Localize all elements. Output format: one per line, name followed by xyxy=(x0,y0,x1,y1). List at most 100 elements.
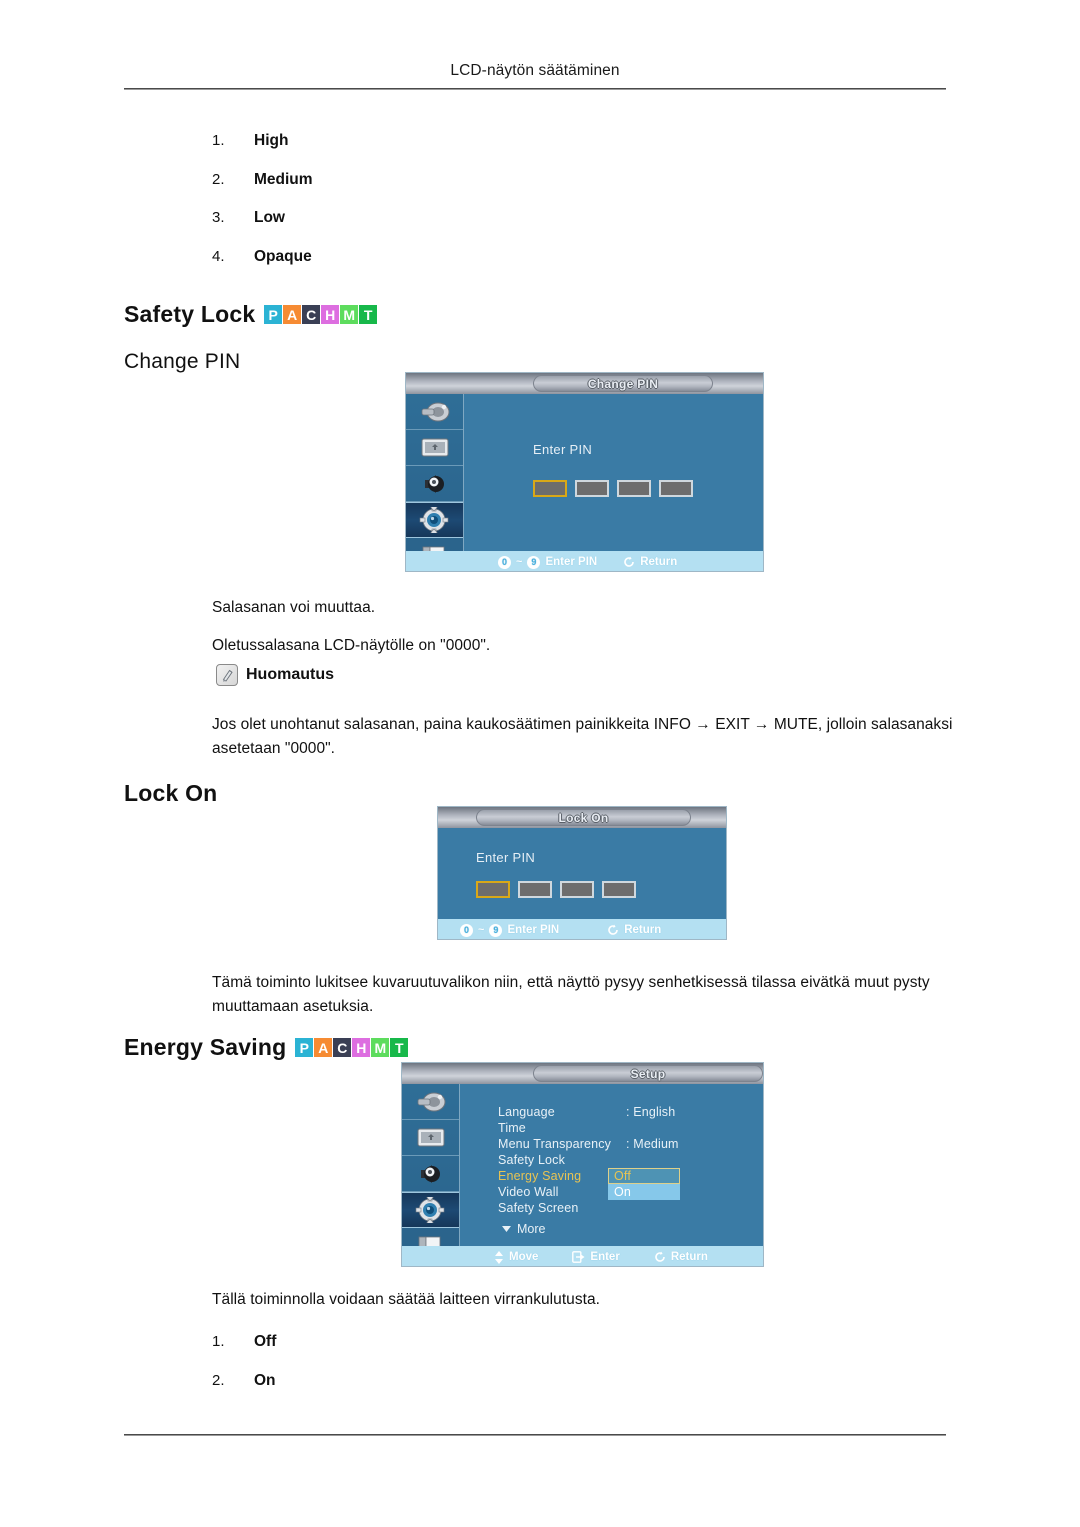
osd-titlebar: Setup xyxy=(402,1063,763,1084)
osd-title-text: Lock On xyxy=(558,810,609,825)
picture-icon xyxy=(421,438,448,456)
osd-sidebar-item-picture[interactable] xyxy=(402,1120,459,1156)
page-header-title: LCD-näytön säätäminen xyxy=(450,62,620,79)
osd-footer-enter[interactable]: Enter xyxy=(572,1251,620,1263)
updown-arrow-icon xyxy=(495,1250,503,1264)
paragraph-energy-saving: Tällä toiminnolla voidaan säätää laittee… xyxy=(212,1291,601,1308)
osd-sidebar-item-sound[interactable] xyxy=(402,1156,459,1192)
osd-footer-label: Enter xyxy=(590,1251,620,1263)
list-item: 2. Medium xyxy=(212,171,313,189)
osd-sidebar xyxy=(402,1084,460,1266)
badge-m: M xyxy=(371,1038,390,1057)
osd-sidebar-item-setup[interactable] xyxy=(406,502,463,538)
badge-t: T xyxy=(359,305,378,324)
header-rule xyxy=(124,88,946,90)
osd-footer: 0 ~ 9 Enter PIN Return xyxy=(438,919,726,939)
list-item-label: Off xyxy=(254,1333,277,1350)
return-arrow-icon xyxy=(608,924,619,935)
osd-title-pill: Setup xyxy=(533,1065,763,1082)
sound-icon xyxy=(420,1164,440,1183)
energy-saving-options-list: 1. Off 2. On xyxy=(212,1333,276,1410)
setup-gear-icon xyxy=(415,1197,444,1223)
osd-sidebar-item-input[interactable] xyxy=(402,1084,459,1120)
osd-footer-return[interactable]: Return xyxy=(607,924,661,936)
section-heading-energy-saving: Energy Saving P A C H M T xyxy=(124,1034,409,1061)
osd-sidebar xyxy=(406,394,464,571)
list-item-label: On xyxy=(254,1371,276,1389)
menu-item-name: Time xyxy=(498,1121,526,1135)
dropdown-option-off[interactable]: Off xyxy=(608,1168,680,1184)
pin-box-1[interactable] xyxy=(533,480,567,497)
osd-footer-enter-pin[interactable]: 0 ~ 9 Enter PIN xyxy=(460,923,559,937)
paragraph-lock-on: Tämä toiminto lukitsee kuvaruutuvalikon … xyxy=(212,974,930,1015)
menu-colon: : xyxy=(626,1137,634,1151)
osd-sidebar-item-input[interactable] xyxy=(406,394,463,430)
osd-sidebar-item-setup[interactable] xyxy=(402,1192,459,1228)
section-heading-text: Energy Saving xyxy=(124,1034,287,1060)
osd-title-pill: Lock On xyxy=(476,809,691,826)
osd-body: Enter PIN 0 ~ 9 Enter PIN Return xyxy=(438,828,726,939)
section-heading-text: Safety Lock xyxy=(124,301,256,327)
osd-sidebar-item-picture[interactable] xyxy=(406,430,463,466)
menu-row-language[interactable]: Language : English xyxy=(498,1104,748,1120)
dropdown-option-on[interactable]: On xyxy=(608,1184,680,1200)
pachmt-badge-group: P A C H M T xyxy=(264,305,378,324)
numeric-key-9-icon: 9 xyxy=(489,923,503,937)
energy-saving-dropdown: Off On xyxy=(608,1168,680,1200)
menu-item-name: Safety Screen xyxy=(498,1201,579,1215)
setup-gear-icon xyxy=(419,507,448,533)
list-item-number: 3. xyxy=(212,209,225,226)
osd-pin-boxes xyxy=(533,480,693,497)
pin-box-4[interactable] xyxy=(602,881,636,898)
badge-a: A xyxy=(314,1038,333,1057)
subsection-heading-change-pin: Change PIN xyxy=(124,350,241,373)
menu-row-menu-transparency[interactable]: Menu Transparency : Medium xyxy=(498,1136,748,1152)
pin-box-1[interactable] xyxy=(476,881,510,898)
list-item-label: Medium xyxy=(254,170,313,188)
osd-footer-label: Return xyxy=(670,1251,708,1263)
osd-footer-label: Enter PIN xyxy=(545,556,598,568)
pin-box-4[interactable] xyxy=(659,480,693,497)
osd-footer-return[interactable]: Return xyxy=(654,1251,708,1263)
menu-item-name: Menu Transparency xyxy=(498,1137,612,1151)
sound-icon xyxy=(424,474,444,493)
osd-title-text: Change PIN xyxy=(587,376,659,391)
menu-item-name: Energy Saving xyxy=(498,1169,582,1183)
list-item-number: 1. xyxy=(212,132,225,149)
osd-footer-move[interactable]: Move xyxy=(494,1250,538,1264)
paragraph-note-body: Jos olet unohtanut salasanan, paina kauk… xyxy=(212,716,953,757)
list-item-number: 2. xyxy=(212,170,225,188)
menu-row-safety-lock[interactable]: Safety Lock xyxy=(498,1152,748,1168)
osd-footer: 0 ~ 9 Enter PIN Return xyxy=(406,551,763,571)
list-item: 2. On xyxy=(212,1372,276,1390)
osd-lock-on: Lock On Enter PIN 0 ~ 9 Enter PIN Return xyxy=(437,806,727,940)
osd-footer-enter-pin[interactable]: 0 ~ 9 Enter PIN xyxy=(498,555,598,569)
list-item: 4. Opaque xyxy=(212,248,313,266)
list-item-label: Low xyxy=(254,209,285,226)
osd-sidebar-item-sound[interactable] xyxy=(406,466,463,502)
key-range-separator: ~ xyxy=(478,924,485,936)
pin-box-3[interactable] xyxy=(617,480,651,497)
menu-row-time[interactable]: Time xyxy=(498,1120,748,1136)
menu-row-safety-screen[interactable]: Safety Screen xyxy=(498,1200,748,1216)
section-heading-lock-on: Lock On xyxy=(124,780,217,807)
document-page: LCD-näytön säätäminen 1. High 2. Medium … xyxy=(0,0,1080,1527)
pin-box-3[interactable] xyxy=(560,881,594,898)
menu-row-more[interactable]: More xyxy=(498,1222,748,1236)
pin-box-2[interactable] xyxy=(518,881,552,898)
picture-icon xyxy=(417,1128,444,1146)
osd-footer-return[interactable]: Return xyxy=(623,556,677,568)
osd-pin-boxes xyxy=(476,881,636,898)
list-item-number: 2. xyxy=(212,1371,225,1389)
pachmt-badge-group: P A C H M T xyxy=(295,1038,409,1057)
osd-body: Language : English Time Menu Transparenc… xyxy=(402,1084,763,1266)
menu-colon: : xyxy=(626,1105,634,1119)
enter-icon xyxy=(572,1251,585,1263)
pin-box-2[interactable] xyxy=(575,480,609,497)
input-source-icon xyxy=(421,402,449,421)
osd-title-pill: Change PIN xyxy=(533,375,713,392)
section-heading-text: Lock On xyxy=(124,780,218,806)
osd-body: Enter PIN 0 ~ 9 Enter PIN Return xyxy=(406,394,763,571)
list-item-label: High xyxy=(254,132,289,149)
badge-h: H xyxy=(321,305,340,324)
